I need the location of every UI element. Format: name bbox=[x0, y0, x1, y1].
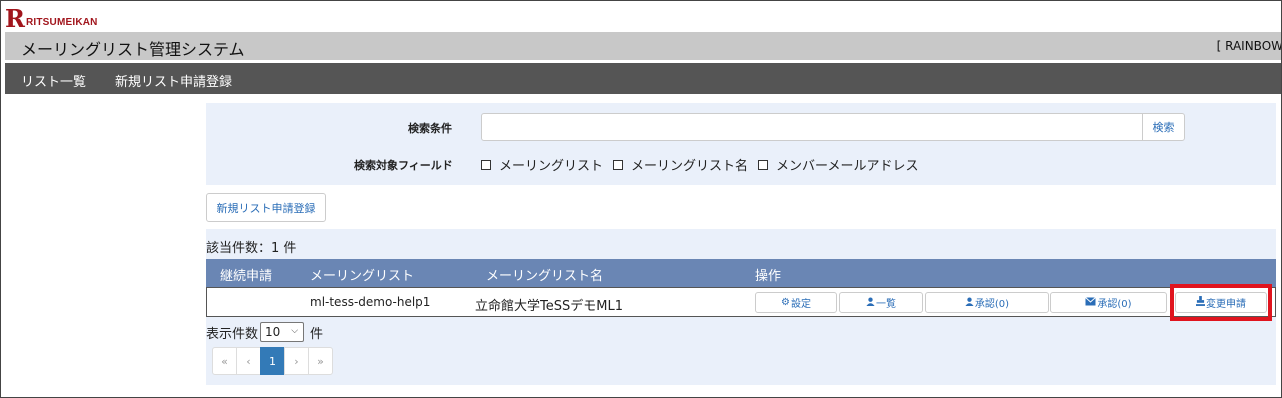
field-checkbox-label: メーリングリスト bbox=[499, 159, 604, 174]
search-label: 検索条件 bbox=[408, 122, 452, 135]
results-panel: 該当件数：1 件 継続申請 メーリングリスト メーリングリスト名 操作 ml-t… bbox=[206, 229, 1276, 385]
logo-text: RITSUMEIKAN bbox=[25, 17, 98, 28]
search-button[interactable]: 検索 bbox=[1142, 113, 1185, 141]
user-icon bbox=[866, 297, 875, 309]
per-page-label: 表示件数 bbox=[206, 326, 259, 342]
user-name: [ RAINBOW bbox=[1216, 39, 1282, 53]
column-header-list: メーリングリスト bbox=[310, 269, 415, 284]
column-header-renewal: 継続申請 bbox=[220, 269, 273, 284]
members-list-button-label: 一覧 bbox=[876, 299, 896, 310]
table-header: 継続申請 メーリングリスト メーリングリスト名 操作 bbox=[206, 259, 1276, 287]
search-fields-label: 検索対象フィールド bbox=[354, 159, 453, 172]
search-input[interactable] bbox=[481, 113, 1143, 141]
page-first-button[interactable]: « bbox=[212, 347, 237, 375]
field-checkbox-label: メンバーメールアドレス bbox=[776, 159, 919, 174]
settings-button-label: 設定 bbox=[790, 299, 811, 310]
field-checkbox-label: メーリングリスト名 bbox=[631, 159, 749, 174]
page-next-button[interactable]: › bbox=[284, 347, 309, 375]
nav-item-list[interactable]: リスト一覧 bbox=[21, 71, 86, 90]
pagination: « ‹ 1 › » bbox=[212, 347, 333, 375]
new-list-request-button[interactable]: 新規リスト申請登録 bbox=[206, 193, 326, 222]
per-page-control: 表示件数 10 ⌵ 件 bbox=[206, 322, 323, 342]
field-checkbox-mailinglist[interactable]: メーリングリスト bbox=[481, 155, 603, 174]
logo-mark: R bbox=[5, 4, 25, 33]
mail-approval-button[interactable]: 承認(0) bbox=[1050, 292, 1167, 313]
nav-item-new-request[interactable]: 新規リスト申請登録 bbox=[115, 71, 232, 90]
table-row: ml-tess-demo-help1 立命館大学TeSSデモML1 ⚙ 設定 一… bbox=[206, 287, 1276, 317]
app-title: メーリングリスト管理システム bbox=[21, 40, 245, 59]
search-panel: 検索条件 検索 検索対象フィールド メーリングリスト メーリングリスト名 メンバ… bbox=[206, 103, 1276, 185]
members-list-button[interactable]: 一覧 bbox=[839, 292, 923, 313]
envelope-icon bbox=[1085, 296, 1097, 309]
page-last-button[interactable]: » bbox=[308, 347, 333, 375]
checkbox-icon[interactable] bbox=[613, 159, 624, 170]
field-checkbox-member-email[interactable]: メンバーメールアドレス bbox=[758, 155, 919, 174]
user-icon bbox=[965, 297, 974, 309]
chevron-down-icon: ⌵ bbox=[291, 326, 299, 336]
nav-bar: リスト一覧 新規リスト申請登録 bbox=[5, 63, 1281, 94]
page-1-button[interactable]: 1 bbox=[260, 347, 285, 375]
title-bar: メーリングリスト管理システム [ RAINBOW bbox=[5, 32, 1282, 60]
column-header-list-name: メーリングリスト名 bbox=[486, 269, 604, 284]
per-page-select[interactable]: 10 ⌵ bbox=[260, 322, 305, 342]
checkbox-icon[interactable] bbox=[758, 159, 769, 170]
page-prev-button[interactable]: ‹ bbox=[236, 347, 261, 375]
mailinglist-cell: ml-tess-demo-help1 bbox=[310, 295, 431, 309]
checkbox-icon[interactable] bbox=[481, 159, 491, 170]
page-frame: R RITSUMEIKAN メーリングリスト管理システム [ RAINBOW リ… bbox=[0, 0, 1282, 398]
ritsumeikan-logo: R RITSUMEIKAN bbox=[5, 4, 98, 33]
highlight-box bbox=[1170, 284, 1272, 321]
column-header-actions: 操作 bbox=[755, 269, 782, 284]
member-approval-button-label: 承認(0) bbox=[974, 299, 1010, 310]
settings-button[interactable]: ⚙ 設定 bbox=[755, 292, 837, 313]
gear-icon: ⚙ bbox=[781, 297, 790, 308]
mailinglist-name-cell: 立命館大学TeSSデモML1 bbox=[475, 299, 623, 314]
per-page-value: 10 bbox=[265, 325, 281, 339]
field-checkbox-mailinglist-name[interactable]: メーリングリスト名 bbox=[613, 155, 748, 174]
mail-approval-button-label: 承認(0) bbox=[1097, 299, 1132, 310]
result-count: 該当件数：1 件 bbox=[206, 241, 297, 256]
member-approval-button[interactable]: 承認(0) bbox=[925, 292, 1049, 313]
search-field-checkboxes: メーリングリスト メーリングリスト名 メンバーメールアドレス bbox=[481, 155, 929, 174]
per-page-unit: 件 bbox=[310, 326, 324, 342]
